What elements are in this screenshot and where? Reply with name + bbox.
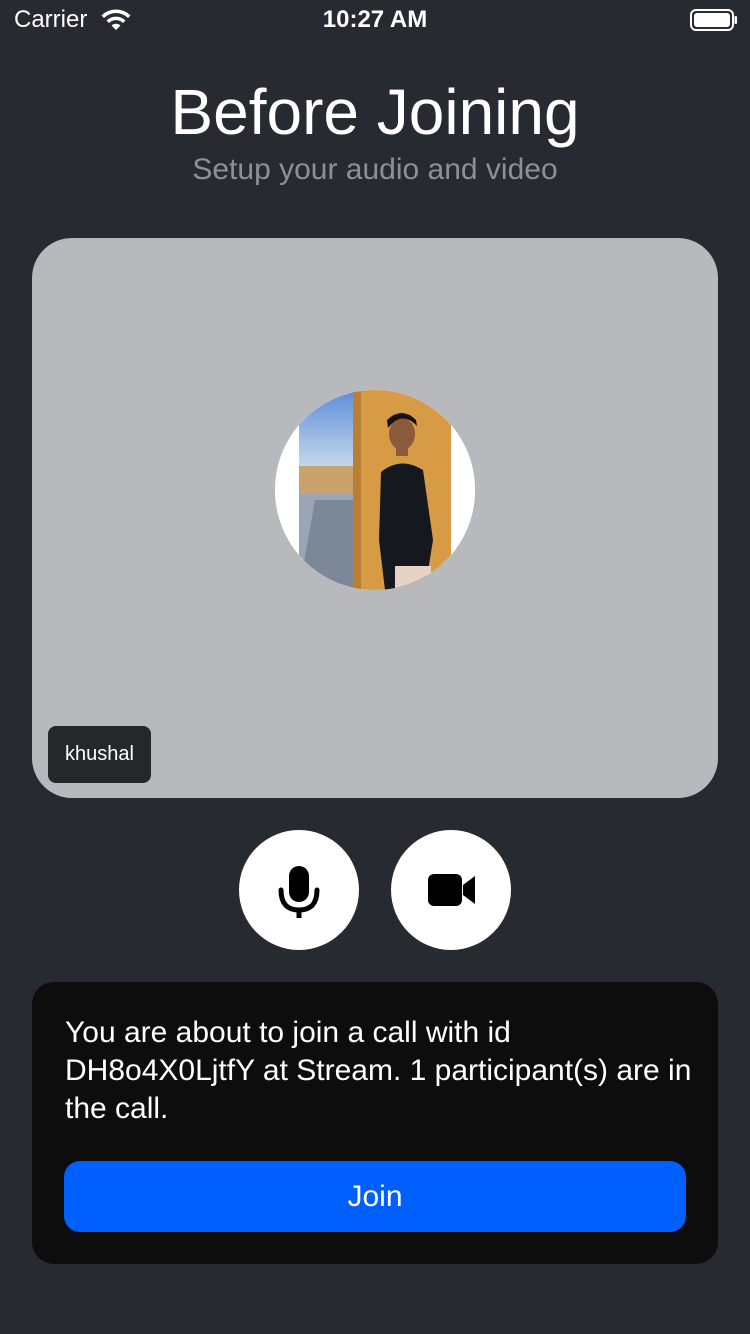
battery-icon [690, 9, 737, 31]
microphone-toggle-button[interactable] [239, 830, 359, 950]
microphone-icon [278, 866, 320, 918]
status-time: 10:27 AM [322, 6, 428, 33]
participant-name-badge: khushal [48, 726, 151, 783]
join-info-card: You are about to join a call with id DH8… [32, 982, 718, 1264]
user-photo-avatar [275, 390, 475, 590]
camera-toggle-button[interactable] [391, 830, 511, 950]
video-camera-icon [428, 874, 475, 906]
page-title: Before Joining [170, 76, 580, 148]
video-preview: khushal [32, 238, 718, 798]
join-button[interactable]: Join [64, 1161, 686, 1232]
status-bar: Carrier 10:27 AM [0, 0, 750, 40]
page-subtitle: Setup your audio and video [192, 153, 558, 186]
avatar-photo [275, 390, 475, 590]
call-info-message: You are about to join a call with id DH8… [65, 1016, 692, 1125]
